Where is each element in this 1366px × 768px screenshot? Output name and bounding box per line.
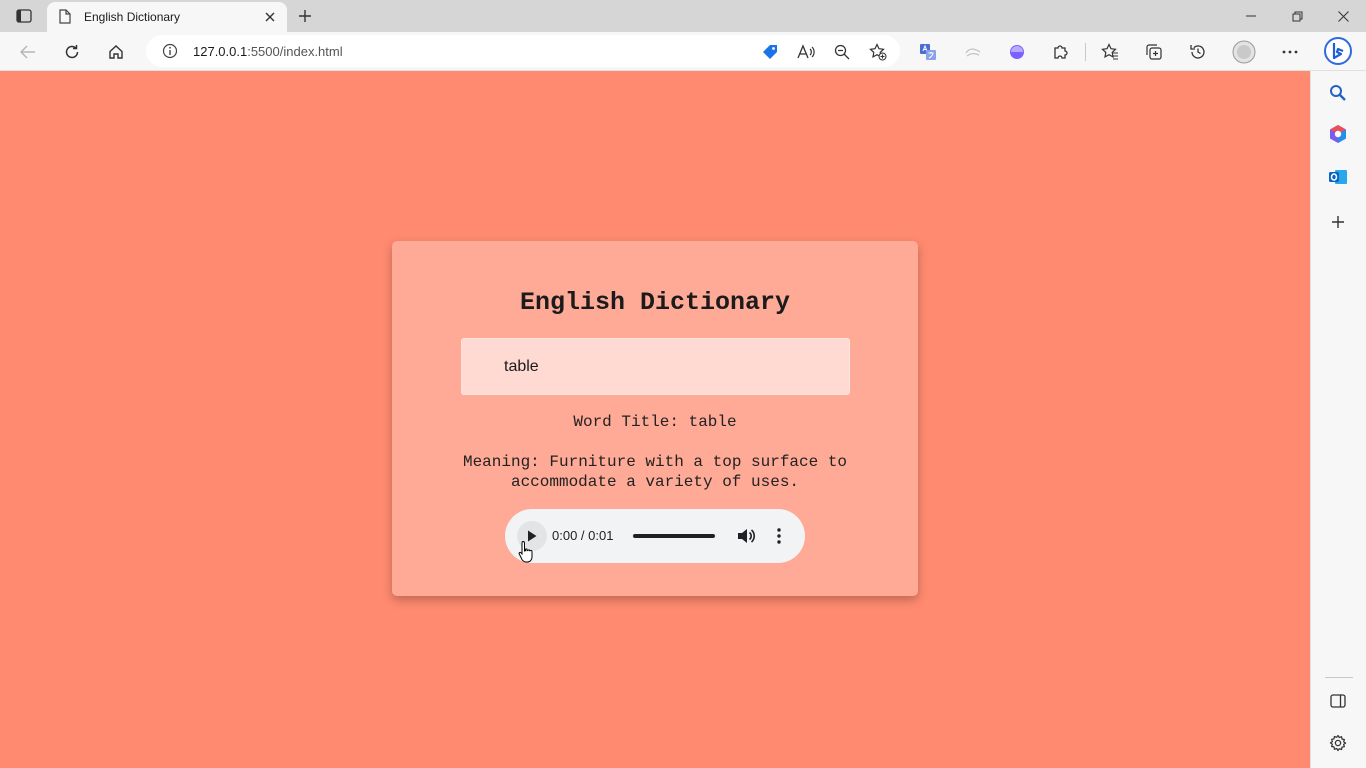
search-input[interactable] (461, 338, 850, 395)
meaning-line-1: Meaning: Furniture with a top surface to (462, 453, 848, 471)
zoom-out-icon[interactable] (832, 42, 852, 62)
plus-icon (299, 10, 311, 22)
gear-icon[interactable] (1327, 732, 1349, 754)
audio-options-icon[interactable] (769, 526, 789, 546)
read-aloud-icon[interactable] (796, 42, 816, 62)
audio-time: 0:00 / 0:01 (552, 528, 614, 543)
browser-sidebar (1310, 71, 1366, 768)
sidebar-divider (1325, 677, 1353, 678)
back-arrow-icon[interactable] (15, 39, 41, 65)
window-controls (1228, 0, 1366, 32)
url-host: 127.0.0.1 (193, 44, 248, 59)
tab-strip: English Dictionary (0, 0, 1366, 32)
url-text[interactable]: 127.0.0.1:5500/index.html (193, 44, 343, 59)
ink-icon[interactable] (960, 39, 986, 65)
more-icon[interactable] (1277, 39, 1303, 65)
bing-icon[interactable] (1322, 35, 1354, 67)
info-icon[interactable] (162, 43, 178, 59)
tab-actions-icon[interactable] (10, 7, 38, 25)
url-path: :5500/index.html (247, 44, 343, 59)
browser-tab[interactable]: English Dictionary (47, 2, 287, 32)
sidebar-panel-icon[interactable] (1327, 690, 1349, 712)
home-icon[interactable] (103, 39, 129, 65)
new-tab-button[interactable] (294, 6, 316, 26)
collections-icon[interactable] (1141, 39, 1167, 65)
vpn-icon[interactable] (1004, 39, 1030, 65)
meaning-line-2: accommodate a variety of uses. (510, 473, 800, 491)
address-bar[interactable]: 127.0.0.1:5500/index.html (146, 35, 900, 67)
avatar-icon[interactable] (1231, 39, 1257, 65)
hand-cursor-icon (518, 540, 534, 564)
close-window-button[interactable] (1320, 0, 1366, 32)
translate-icon[interactable] (915, 39, 941, 65)
refresh-icon[interactable] (59, 39, 85, 65)
tab-title: English Dictionary (84, 10, 181, 24)
word-title: Word Title: table (573, 413, 737, 431)
tag-icon[interactable] (760, 42, 780, 62)
toolbar-divider (1085, 43, 1086, 61)
audio-player: 0:00 / 0:01 (505, 509, 805, 563)
favorites-icon[interactable] (1097, 39, 1123, 65)
search-icon[interactable] (1327, 82, 1349, 104)
puzzle-icon[interactable] (1048, 39, 1074, 65)
page-title: English Dictionary (519, 288, 791, 317)
restore-button[interactable] (1274, 0, 1320, 32)
close-icon[interactable] (261, 8, 279, 26)
volume-icon[interactable] (736, 526, 756, 546)
office-icon[interactable] (1327, 123, 1349, 145)
browser-toolbar: 127.0.0.1:5500/index.html (0, 32, 1366, 71)
outlook-icon[interactable] (1327, 166, 1349, 188)
plus-icon[interactable] (1327, 211, 1349, 233)
history-icon[interactable] (1185, 39, 1211, 65)
page-viewport: English Dictionary Word Title: table Mea… (0, 71, 1310, 768)
star-plus-icon[interactable] (868, 42, 888, 62)
minimize-button[interactable] (1228, 0, 1274, 32)
dictionary-card: English Dictionary Word Title: table Mea… (392, 241, 918, 596)
meaning-text: Meaning: Furniture with a top surface to… (422, 452, 888, 492)
page-icon (59, 9, 73, 25)
audio-seek-bar[interactable] (633, 534, 715, 538)
